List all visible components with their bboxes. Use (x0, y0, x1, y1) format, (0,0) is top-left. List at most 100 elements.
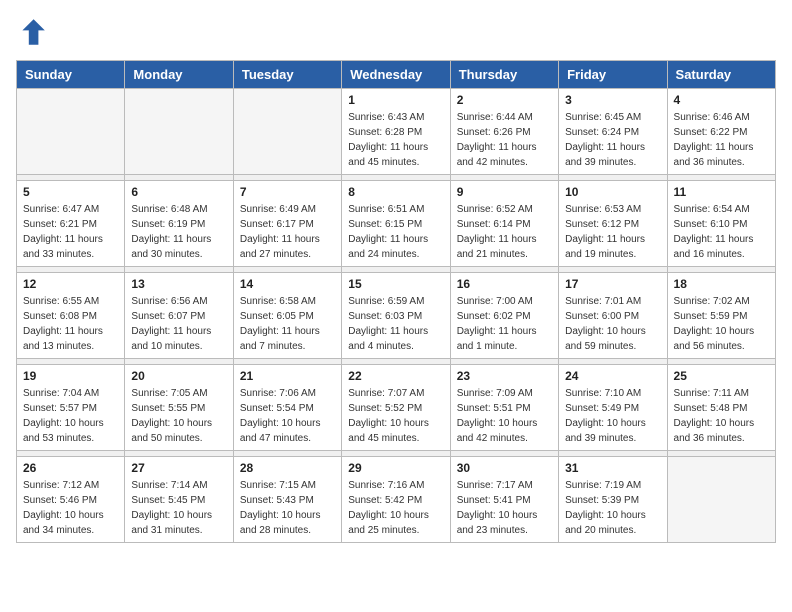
weekday-header-sunday: Sunday (17, 61, 125, 89)
week-row-4: 19 Sunrise: 7:04 AMSunset: 5:57 PMDayligh… (17, 365, 776, 451)
calendar-cell: 22Sunrise: 7:07 AMSunset: 5:52 PMDayligh… (342, 365, 450, 451)
calendar-cell: 26 Sunrise: 7:12 AMSunset: 5:46 PMDayligh… (17, 457, 125, 543)
day-number: 19 (23, 369, 118, 383)
day-info: Sunrise: 7:09 AMSunset: 5:51 PMDaylight:… (457, 386, 552, 446)
day-number: 8 (348, 185, 443, 199)
calendar-cell: 16Sunrise: 7:00 AMSunset: 6:02 PMDayligh… (450, 273, 558, 359)
day-info: Sunrise: 6:49 AMSunset: 6:17 PMDaylight:… (240, 202, 335, 262)
calendar-cell: 25 Sunrise: 7:11 AMSunset: 5:48 PMDayligh… (667, 365, 775, 451)
day-number: 30 (457, 461, 552, 475)
calendar-cell: 10 Sunrise: 6:53 AMSunset: 6:12 PMDayligh… (559, 181, 667, 267)
day-info: Sunrise: 7:14 AMSunset: 5:45 PMDaylight:… (131, 478, 226, 538)
day-number: 17 (565, 277, 660, 291)
day-number: 15 (348, 277, 443, 291)
calendar-cell: 23 Sunrise: 7:09 AMSunset: 5:51 PMDayligh… (450, 365, 558, 451)
calendar-cell: 19 Sunrise: 7:04 AMSunset: 5:57 PMDayligh… (17, 365, 125, 451)
day-info: Sunrise: 6:56 AMSunset: 6:07 PMDaylight:… (131, 294, 226, 354)
calendar-cell: 24 Sunrise: 7:10 AMSunset: 5:49 PMDayligh… (559, 365, 667, 451)
day-info: Sunrise: 7:04 AMSunset: 5:57 PMDaylight:… (23, 386, 118, 446)
calendar-cell (667, 457, 775, 543)
day-number: 5 (23, 185, 118, 199)
day-info: Sunrise: 6:48 AMSunset: 6:19 PMDaylight:… (131, 202, 226, 262)
calendar-cell: 30Sunrise: 7:17 AMSunset: 5:41 PMDayligh… (450, 457, 558, 543)
day-number: 13 (131, 277, 226, 291)
weekday-header-row: SundayMondayTuesdayWednesdayThursdayFrid… (17, 61, 776, 89)
day-info: Sunrise: 6:45 AMSunset: 6:24 PMDaylight:… (565, 110, 660, 170)
day-info: Sunrise: 7:12 AMSunset: 5:46 PMDaylight:… (23, 478, 118, 538)
week-row-5: 26 Sunrise: 7:12 AMSunset: 5:46 PMDayligh… (17, 457, 776, 543)
day-number: 31 (565, 461, 660, 475)
calendar-cell: 12 Sunrise: 6:55 AMSunset: 6:08 PMDayligh… (17, 273, 125, 359)
weekday-header-thursday: Thursday (450, 61, 558, 89)
logo (16, 16, 52, 48)
calendar-cell: 1Sunrise: 6:43 AMSunset: 6:28 PMDaylight… (342, 89, 450, 175)
day-number: 18 (674, 277, 769, 291)
calendar-cell: 7 Sunrise: 6:49 AMSunset: 6:17 PMDaylight… (233, 181, 341, 267)
day-info: Sunrise: 6:52 AMSunset: 6:14 PMDaylight:… (457, 202, 552, 262)
day-number: 26 (23, 461, 118, 475)
calendar-cell: 17 Sunrise: 7:01 AMSunset: 6:00 PMDayligh… (559, 273, 667, 359)
day-info: Sunrise: 7:11 AMSunset: 5:48 PMDaylight:… (674, 386, 769, 446)
calendar-cell: 18 Sunrise: 7:02 AMSunset: 5:59 PMDayligh… (667, 273, 775, 359)
day-number: 14 (240, 277, 335, 291)
day-number: 29 (348, 461, 443, 475)
weekday-header-tuesday: Tuesday (233, 61, 341, 89)
calendar-cell: 15 Sunrise: 6:59 AMSunset: 6:03 PMDayligh… (342, 273, 450, 359)
day-info: Sunrise: 7:05 AMSunset: 5:55 PMDaylight:… (131, 386, 226, 446)
calendar-cell: 28Sunrise: 7:15 AMSunset: 5:43 PMDayligh… (233, 457, 341, 543)
calendar-cell: 29 Sunrise: 7:16 AMSunset: 5:42 PMDayligh… (342, 457, 450, 543)
calendar-cell: 13 Sunrise: 6:56 AMSunset: 6:07 PMDayligh… (125, 273, 233, 359)
calendar-cell: 4 Sunrise: 6:46 AMSunset: 6:22 PMDaylight… (667, 89, 775, 175)
calendar-table: SundayMondayTuesdayWednesdayThursdayFrid… (16, 60, 776, 543)
day-number: 4 (674, 93, 769, 107)
calendar-cell: 6Sunrise: 6:48 AMSunset: 6:19 PMDaylight… (125, 181, 233, 267)
day-info: Sunrise: 7:06 AMSunset: 5:54 PMDaylight:… (240, 386, 335, 446)
week-row-1: 1Sunrise: 6:43 AMSunset: 6:28 PMDaylight… (17, 89, 776, 175)
weekday-header-monday: Monday (125, 61, 233, 89)
day-number: 2 (457, 93, 552, 107)
day-number: 25 (674, 369, 769, 383)
day-info: Sunrise: 7:02 AMSunset: 5:59 PMDaylight:… (674, 294, 769, 354)
day-info: Sunrise: 7:01 AMSunset: 6:00 PMDaylight:… (565, 294, 660, 354)
day-number: 20 (131, 369, 226, 383)
calendar-cell: 27 Sunrise: 7:14 AMSunset: 5:45 PMDayligh… (125, 457, 233, 543)
calendar-cell: 8Sunrise: 6:51 AMSunset: 6:15 PMDaylight… (342, 181, 450, 267)
day-info: Sunrise: 6:47 AMSunset: 6:21 PMDaylight:… (23, 202, 118, 262)
page-header (16, 16, 776, 48)
week-row-2: 5 Sunrise: 6:47 AMSunset: 6:21 PMDaylight… (17, 181, 776, 267)
day-number: 9 (457, 185, 552, 199)
day-info: Sunrise: 6:43 AMSunset: 6:28 PMDaylight:… (348, 110, 443, 170)
day-info: Sunrise: 6:46 AMSunset: 6:22 PMDaylight:… (674, 110, 769, 170)
day-info: Sunrise: 6:55 AMSunset: 6:08 PMDaylight:… (23, 294, 118, 354)
calendar-cell: 2Sunrise: 6:44 AMSunset: 6:26 PMDaylight… (450, 89, 558, 175)
day-number: 10 (565, 185, 660, 199)
calendar-cell: 31 Sunrise: 7:19 AMSunset: 5:39 PMDayligh… (559, 457, 667, 543)
logo-icon (16, 16, 48, 48)
calendar-cell: 3 Sunrise: 6:45 AMSunset: 6:24 PMDaylight… (559, 89, 667, 175)
day-info: Sunrise: 7:15 AMSunset: 5:43 PMDaylight:… (240, 478, 335, 538)
calendar-cell: 11Sunrise: 6:54 AMSunset: 6:10 PMDayligh… (667, 181, 775, 267)
day-number: 7 (240, 185, 335, 199)
calendar-cell (125, 89, 233, 175)
day-info: Sunrise: 7:10 AMSunset: 5:49 PMDaylight:… (565, 386, 660, 446)
day-info: Sunrise: 6:58 AMSunset: 6:05 PMDaylight:… (240, 294, 335, 354)
day-info: Sunrise: 7:19 AMSunset: 5:39 PMDaylight:… (565, 478, 660, 538)
day-number: 21 (240, 369, 335, 383)
weekday-header-friday: Friday (559, 61, 667, 89)
calendar-cell: 9 Sunrise: 6:52 AMSunset: 6:14 PMDaylight… (450, 181, 558, 267)
day-number: 27 (131, 461, 226, 475)
calendar-cell: 21 Sunrise: 7:06 AMSunset: 5:54 PMDayligh… (233, 365, 341, 451)
day-number: 16 (457, 277, 552, 291)
day-info: Sunrise: 6:53 AMSunset: 6:12 PMDaylight:… (565, 202, 660, 262)
day-info: Sunrise: 6:54 AMSunset: 6:10 PMDaylight:… (674, 202, 769, 262)
day-number: 24 (565, 369, 660, 383)
day-number: 22 (348, 369, 443, 383)
day-info: Sunrise: 6:59 AMSunset: 6:03 PMDaylight:… (348, 294, 443, 354)
weekday-header-saturday: Saturday (667, 61, 775, 89)
day-number: 12 (23, 277, 118, 291)
weekday-header-wednesday: Wednesday (342, 61, 450, 89)
week-row-3: 12 Sunrise: 6:55 AMSunset: 6:08 PMDayligh… (17, 273, 776, 359)
day-number: 3 (565, 93, 660, 107)
day-number: 23 (457, 369, 552, 383)
day-info: Sunrise: 7:16 AMSunset: 5:42 PMDaylight:… (348, 478, 443, 538)
